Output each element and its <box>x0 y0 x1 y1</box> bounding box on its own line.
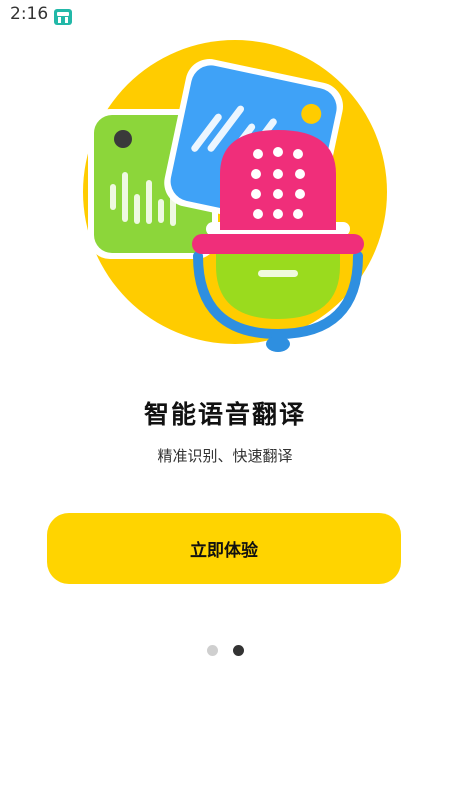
page-dot-1[interactable] <box>206 645 218 656</box>
try-now-button[interactable]: 立即体验 <box>47 513 401 584</box>
status-bar: 2:16 <box>0 0 450 32</box>
ghost-app-icon <box>53 6 73 26</box>
page-subtitle: 精准识别、快速翻译 <box>157 447 293 465</box>
page-indicator <box>0 645 450 656</box>
onboarding-screen: 2:16 智能语音翻译 精准识别、快速翻译 立即体验 <box>0 0 450 800</box>
voice-translate-illustration <box>80 34 390 354</box>
page-dot-2-active[interactable] <box>232 645 244 656</box>
status-time: 2:16 <box>10 4 49 24</box>
page-title: 智能语音翻译 <box>143 400 306 429</box>
